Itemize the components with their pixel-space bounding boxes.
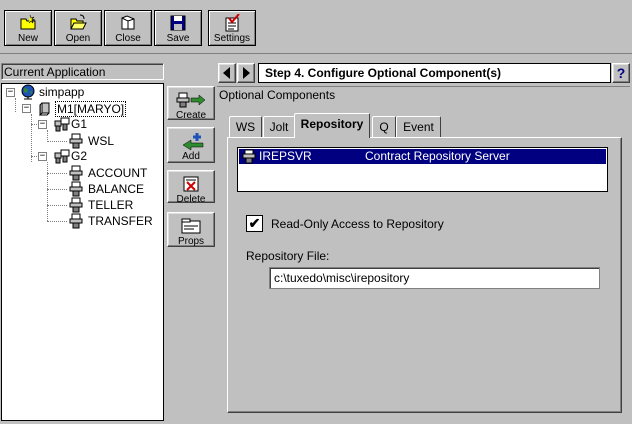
add-button[interactable]: Add [167, 127, 215, 163]
tab-ws[interactable]: WS [229, 116, 262, 138]
tree-collapse-toggle[interactable]: − [38, 120, 47, 129]
create-button[interactable]: Create [167, 86, 215, 121]
list-item-selected[interactable]: IREPSVR Contract Repository Server [239, 149, 606, 164]
tree-connector [31, 114, 32, 162]
tree-node-root[interactable]: simpapp [39, 85, 84, 99]
tree-connector [47, 141, 67, 142]
save-button[interactable]: Save [154, 10, 202, 46]
open-button[interactable]: Open [54, 10, 102, 46]
tree-node-group[interactable]: G1 [71, 117, 87, 131]
group-servers-icon [54, 116, 70, 132]
floppy-disk-icon [155, 14, 201, 32]
repository-file-input[interactable]: c:\tuxedo\misc\irepository [269, 267, 600, 289]
server-icon [68, 213, 84, 229]
server-list[interactable]: IREPSVR Contract Repository Server [237, 147, 608, 192]
server-icon [68, 181, 84, 197]
server-icon [242, 149, 256, 164]
application-tree[interactable]: − simpapp − M1[MARYO] − G1 WSL − G2 ACCO… [1, 83, 164, 421]
checklist-icon [209, 13, 255, 32]
readonly-label: Read-Only Access to Repository [271, 217, 444, 231]
section-header: Optional Components [217, 86, 630, 104]
server-name: IREPSVR [259, 149, 312, 163]
tree-collapse-toggle[interactable]: − [38, 152, 47, 161]
tree-node-server[interactable]: ACCOUNT [88, 166, 147, 180]
tree-connector [47, 173, 67, 174]
tree-connector [47, 205, 67, 206]
tab-jolt[interactable]: Jolt [263, 116, 295, 138]
tab-q[interactable]: Q [372, 116, 396, 138]
previous-step-button[interactable] [218, 63, 236, 83]
tree-node-group[interactable]: G2 [71, 149, 87, 163]
delete-button[interactable]: Delete [167, 170, 215, 205]
close-button[interactable]: Close [104, 10, 152, 46]
server-icon [68, 197, 84, 213]
tree-node-server[interactable]: WSL [88, 134, 114, 148]
next-step-button[interactable] [237, 63, 255, 83]
close-label: Close [115, 33, 141, 44]
triangle-right-icon [243, 67, 250, 79]
globe-icon [20, 84, 36, 100]
create-label: Create [175, 110, 206, 121]
current-application-label: Current Application [1, 63, 164, 80]
repository-file-label: Repository File: [246, 249, 330, 263]
group-servers-icon [54, 148, 70, 164]
tree-node-server[interactable]: TELLER [88, 198, 133, 212]
triangle-left-icon [223, 67, 230, 79]
server-icon [68, 165, 84, 181]
open-label: Open [65, 33, 91, 44]
tree-connector [47, 162, 48, 221]
settings-button[interactable]: Settings [208, 10, 256, 46]
add-arrow-icon [168, 131, 214, 151]
tab-repository[interactable]: Repository [294, 113, 370, 138]
step-title: Step 4. Configure Optional Component(s) [258, 63, 611, 83]
tree-connector [15, 98, 16, 112]
props-button[interactable]: Props [167, 212, 215, 247]
tab-event[interactable]: Event [396, 116, 441, 138]
open-folder-icon [55, 14, 101, 32]
help-button[interactable]: ? [612, 63, 630, 83]
create-arrow-icon [168, 90, 214, 110]
save-label: Save [166, 33, 190, 44]
new-button[interactable]: New [4, 10, 52, 46]
tree-node-machine[interactable]: M1[MARYO] [55, 101, 127, 117]
readonly-checkbox[interactable]: ✔ [246, 215, 263, 232]
delete-icon [168, 174, 214, 194]
settings-label: Settings [213, 33, 251, 44]
server-icon [68, 133, 84, 149]
close-folder-icon [105, 14, 151, 32]
toolbar: New Open Close Save Settings [0, 0, 632, 54]
tree-node-server[interactable]: BALANCE [88, 182, 144, 196]
props-label: Props [177, 236, 205, 247]
tree-collapse-toggle[interactable]: − [6, 88, 15, 97]
delete-label: Delete [176, 194, 206, 205]
server-description: Contract Repository Server [365, 149, 510, 163]
machine-icon [37, 100, 53, 117]
tree-collapse-toggle[interactable]: − [22, 104, 31, 113]
tree-node-server[interactable]: TRANSFER [88, 214, 153, 228]
new-label: New [17, 33, 38, 44]
properties-icon [168, 216, 214, 236]
tree-connector [47, 221, 67, 222]
add-label: Add [182, 151, 200, 162]
new-folder-icon [5, 14, 51, 32]
tree-connector [47, 189, 67, 190]
